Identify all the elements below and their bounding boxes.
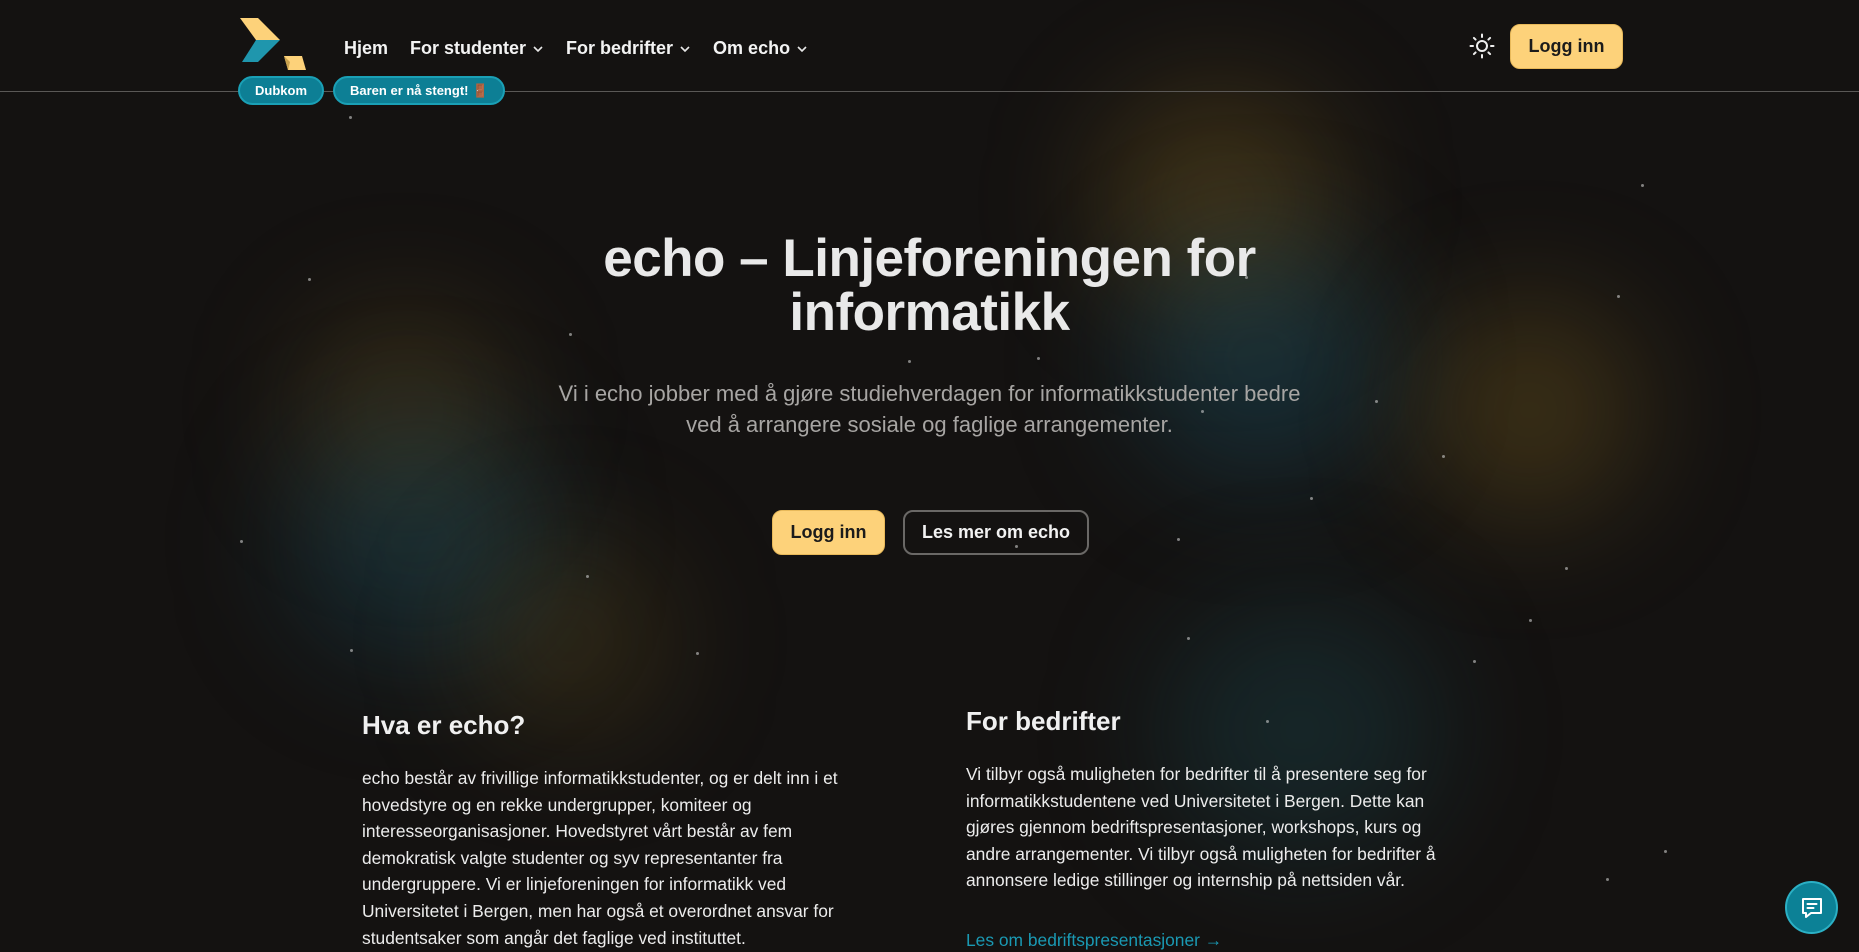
chat-button[interactable]	[1785, 881, 1838, 934]
nav-om-echo-label: Om echo	[713, 38, 791, 58]
companies-section: For bedrifter Vi tilbyr også muligheten …	[966, 706, 1526, 951]
about-line: hovedstyre og en rekke undergrupper, kom…	[362, 794, 752, 815]
companies-line: gjøres gjennom bedriftspresentasjoner, w…	[966, 817, 1422, 838]
about-line: undergruppere. Vi er linjeforeningen for…	[362, 874, 787, 895]
companies-line: Vi tilbyr også muligheten for bedrifter …	[966, 764, 1427, 784]
chat-icon	[1801, 897, 1822, 918]
hero-subtitle: Vi i echo jobber med å gjøre studiehverd…	[0, 378, 1859, 440]
nav-hjem[interactable]: Hjem	[344, 38, 388, 59]
nav-om-echo[interactable]: Om echo	[713, 38, 808, 59]
header-login-button[interactable]: Logg inn	[1510, 24, 1623, 69]
chevron-down-icon	[797, 45, 807, 52]
about-line: demokratisk valgte studenter og syv repr…	[362, 847, 783, 868]
about-text: echo består av frivillige informatikkstu…	[362, 765, 922, 951]
companies-line: annonsere ledige stillinger og internshi…	[966, 870, 1405, 891]
companies-text: Vi tilbyr også muligheten for bedrifter …	[966, 761, 1526, 894]
main-nav: Hjem For studenter For bedrifter Om echo	[344, 38, 808, 59]
nav-for-studenter[interactable]: For studenter	[410, 38, 544, 59]
about-line: Universitetet i Bergen, men har også et …	[362, 900, 834, 921]
status-pill-dubkom[interactable]: Dubkom	[238, 76, 324, 105]
company-presentations-link[interactable]: Les om bedriftspresentasjoner →	[966, 930, 1222, 951]
sun-icon[interactable]	[1469, 33, 1495, 59]
echo-logo[interactable]	[238, 18, 308, 74]
hero-title-line2: informatikk	[789, 283, 1070, 342]
read-more-button[interactable]: Les mer om echo	[903, 510, 1089, 555]
about-line: studentsaker som angår det faglige ved i…	[362, 927, 746, 948]
hero-title: echo – Linjeforeningen for informatikk	[0, 232, 1859, 340]
chevron-down-icon	[533, 45, 543, 52]
about-section: Hva er echo? echo består av frivillige i…	[362, 710, 922, 951]
companies-line: andre arrangementer. Vi tilbyr også muli…	[966, 843, 1436, 864]
site-header: Hjem For studenter For bedrifter Om echo…	[0, 0, 1859, 105]
status-pill-baren[interactable]: Baren er nå stengt! 🚪	[333, 76, 506, 105]
about-line: interesseorganisasjoner. Hovedstyret vår…	[362, 821, 793, 842]
hero-login-button[interactable]: Logg inn	[772, 510, 885, 555]
status-pills: Dubkom Baren er nå stengt! 🚪	[238, 76, 506, 105]
hero-subtitle-line2: ved å arrangere sosiale og faglige arran…	[686, 412, 1173, 437]
hero-subtitle-line1: Vi i echo jobber med å gjøre studiehverd…	[558, 381, 1301, 406]
companies-line: informatikkstudentene ved Universitetet …	[966, 790, 1425, 811]
chevron-down-icon	[680, 45, 690, 52]
nav-for-studenter-label: For studenter	[410, 38, 527, 58]
about-heading: Hva er echo?	[362, 710, 526, 740]
about-line: echo består av frivillige informatikkstu…	[362, 768, 838, 788]
nav-hjem-label: Hjem	[344, 38, 389, 58]
nav-for-bedrifter-label: For bedrifter	[566, 38, 674, 58]
background-decoration	[0, 0, 1859, 952]
hero-title-line1: echo – Linjeforeningen for	[603, 229, 1256, 288]
companies-heading: For bedrifter	[966, 706, 1121, 736]
nav-for-bedrifter[interactable]: For bedrifter	[566, 38, 691, 59]
